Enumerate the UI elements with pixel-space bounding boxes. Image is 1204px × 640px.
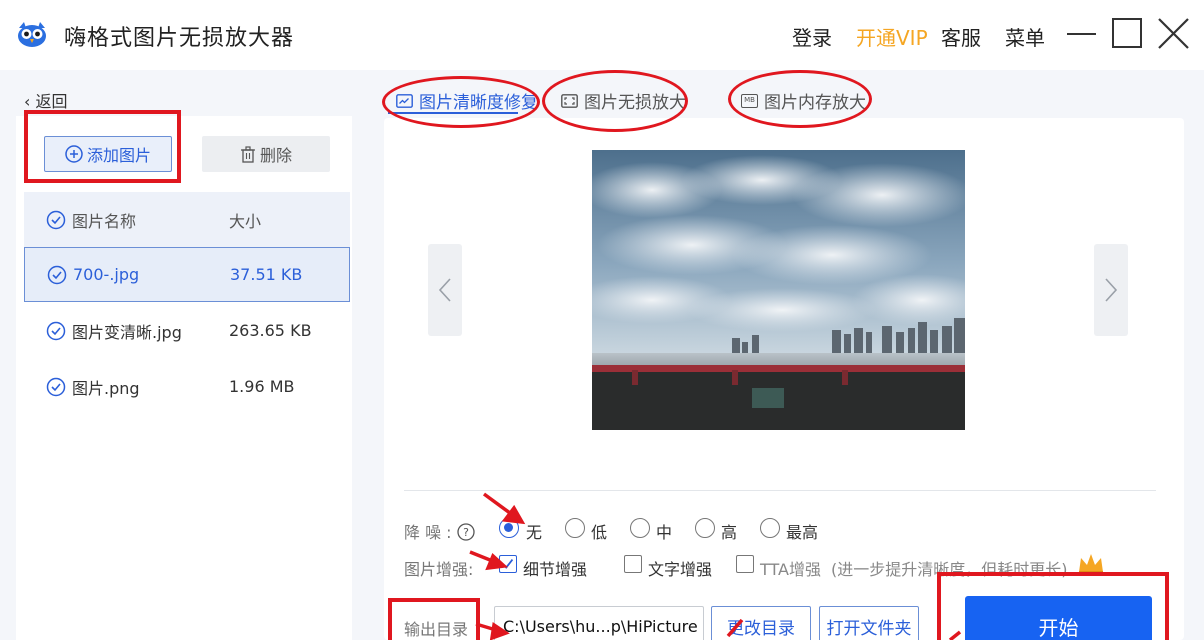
- check-circle-icon[interactable]: [46, 377, 66, 397]
- file-size: 263.65 KB: [229, 321, 312, 340]
- text-enhance-checkbox[interactable]: [624, 555, 642, 573]
- detail-enhance-checkbox[interactable]: [499, 555, 517, 573]
- plus-circle-icon: [65, 145, 83, 163]
- denoise-radio-none[interactable]: [499, 518, 519, 538]
- file-row[interactable]: 图片变清晰.jpg 263.65 KB: [24, 303, 350, 358]
- preview-image: [592, 150, 965, 430]
- menu-link[interactable]: 菜单: [1005, 22, 1045, 51]
- output-dir-label: 输出目录: [404, 620, 469, 639]
- next-image-button[interactable]: [1094, 244, 1128, 336]
- delete-button[interactable]: 删除: [202, 136, 330, 172]
- chevron-left-icon: ‹: [24, 92, 31, 111]
- add-image-button[interactable]: 添加图片: [44, 136, 172, 172]
- chevron-left-icon: [438, 278, 451, 302]
- file-name: 图片变清晰.jpg: [72, 322, 182, 342]
- denoise-radio-low[interactable]: [565, 518, 585, 538]
- crown-vip-icon: [1079, 554, 1103, 575]
- start-button[interactable]: 开始: [965, 596, 1152, 640]
- tab-memory-upscale[interactable]: MB 图片内存放大: [741, 88, 866, 113]
- text-enhance-label: 文字增强: [648, 560, 713, 579]
- file-row[interactable]: 图片.png 1.96 MB: [24, 359, 350, 414]
- denoise-radio-mid[interactable]: [630, 518, 650, 538]
- back-link[interactable]: ‹ 返回: [24, 88, 68, 112]
- file-size: 1.96 MB: [229, 377, 295, 396]
- denoise-option-label: 最高: [786, 523, 819, 542]
- enhance-label: 图片增强:: [404, 560, 474, 579]
- tta-hint: (进一步提升清晰度，但耗时更长): [831, 560, 1068, 579]
- tta-enhance-checkbox[interactable]: [736, 555, 754, 573]
- maximize-icon[interactable]: [1110, 16, 1146, 52]
- check-circle-icon[interactable]: [47, 265, 67, 285]
- tab-lossless-upscale[interactable]: 图片无损放大: [561, 88, 686, 113]
- active-tab-indicator: [388, 112, 518, 114]
- denoise-label: 降 噪 : ?: [404, 519, 475, 543]
- vip-link[interactable]: 开通VIP: [856, 22, 928, 51]
- denoise-label-text: 降 噪 :: [404, 523, 452, 542]
- denoise-radio-high[interactable]: [695, 518, 715, 538]
- delete-label: 删除: [259, 146, 292, 165]
- denoise-option-label: 无: [526, 523, 543, 542]
- prev-image-button[interactable]: [428, 244, 462, 336]
- tab-label: 图片无损放大: [584, 93, 686, 113]
- select-all-check-icon[interactable]: [46, 210, 66, 230]
- trash-icon: [240, 145, 255, 163]
- close-icon[interactable]: [1156, 16, 1192, 52]
- detail-enhance-label: 细节增强: [523, 560, 588, 579]
- service-link[interactable]: 客服: [941, 22, 981, 51]
- file-size: 37.51 KB: [230, 265, 303, 284]
- svg-text:?: ?: [463, 526, 469, 539]
- login-link[interactable]: 登录: [792, 22, 832, 51]
- denoise-radio-max[interactable]: [760, 518, 780, 538]
- check-circle-icon[interactable]: [46, 321, 66, 341]
- enhance-icon: [396, 93, 413, 108]
- denoise-option-label: 中: [656, 523, 673, 542]
- denoise-option-label: 高: [721, 523, 738, 542]
- owl-logo-icon: [18, 22, 46, 47]
- back-label: 返回: [35, 92, 68, 111]
- tab-clarity-repair[interactable]: 图片清晰度修复: [396, 88, 538, 113]
- header-size: 大小: [229, 211, 262, 231]
- open-folder-button[interactable]: 打开文件夹: [819, 606, 919, 640]
- options-divider: [404, 490, 1156, 491]
- tab-label: 图片清晰度修复: [419, 93, 538, 113]
- add-image-label: 添加图片: [86, 146, 151, 165]
- file-name: 700-.jpg: [73, 265, 140, 284]
- help-icon[interactable]: ?: [457, 523, 475, 541]
- file-list-header-row: 图片名称 大小: [24, 192, 350, 247]
- file-row[interactable]: 700-.jpg 37.51 KB: [24, 247, 350, 302]
- tta-enhance-label: TTA增强: [760, 560, 821, 579]
- chevron-right-icon: [1105, 278, 1118, 302]
- mb-icon: MB: [741, 93, 758, 108]
- output-path-field[interactable]: C:\Users\hu...p\HiPicture: [494, 606, 704, 640]
- change-dir-button[interactable]: 更改目录: [711, 606, 811, 640]
- expand-icon: [561, 93, 578, 108]
- minimize-icon[interactable]: [1064, 16, 1100, 52]
- header-name: 图片名称: [72, 211, 137, 231]
- tab-label: 图片内存放大: [764, 93, 866, 113]
- title-bar: 嗨格式图片无损放大器 登录 开通VIP 客服 菜单: [0, 0, 1204, 70]
- denoise-option-label: 低: [591, 523, 608, 542]
- file-name: 图片.png: [72, 378, 140, 398]
- app-title: 嗨格式图片无损放大器: [64, 26, 295, 51]
